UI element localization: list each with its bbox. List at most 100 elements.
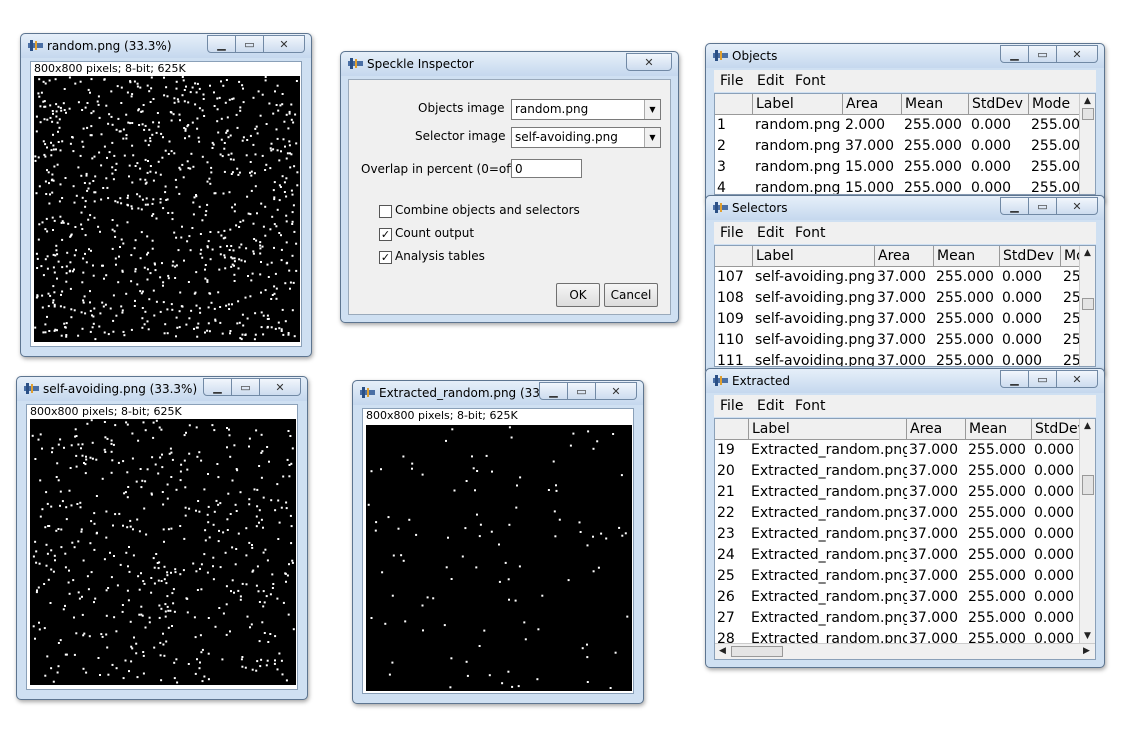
column-header[interactable]: Area xyxy=(874,246,933,266)
column-header[interactable]: Mean xyxy=(965,419,1031,439)
menu-edit[interactable]: Edit xyxy=(757,73,784,89)
objects-table-window[interactable]: Objects ▁ ▭ ✕ File Edit Font Label Area … xyxy=(705,43,1105,203)
table-row[interactable]: 27 Extracted_random.png 37.000 255.000 0.000 xyxy=(715,608,1080,629)
minimize-button[interactable]: ▁ xyxy=(539,382,568,400)
column-header[interactable] xyxy=(715,246,752,266)
column-header[interactable] xyxy=(715,419,748,439)
scroll-up-icon[interactable]: ▲ xyxy=(1080,419,1095,433)
scroll-left-icon[interactable]: ◀ xyxy=(715,644,730,658)
extracted-image-window[interactable]: Extracted_random.png (33.... ▁ ▭ ✕ 800x8… xyxy=(352,380,644,704)
minimize-button[interactable]: ▁ xyxy=(1000,370,1029,388)
ok-button[interactable]: OK xyxy=(556,283,600,307)
cancel-button[interactable]: Cancel xyxy=(604,283,658,307)
minimize-button[interactable]: ▁ xyxy=(1000,45,1029,63)
random-image-canvas[interactable] xyxy=(34,76,300,342)
menu-font[interactable]: Font xyxy=(795,398,825,414)
objects-titlebar[interactable]: Objects ▁ ▭ ✕ xyxy=(706,44,1104,68)
table-row[interactable]: 109 self-avoiding.png 37.000 255.000 0.000 25 xyxy=(715,309,1081,330)
scroll-up-icon[interactable]: ▲ xyxy=(1080,246,1095,260)
objects-image-select[interactable]: random.png ▼ xyxy=(511,99,661,120)
table-row[interactable]: 24 Extracted_random.png 37.000 255.000 0.000 xyxy=(715,545,1080,566)
random-window-titlebar[interactable]: random.png (33.3%) ▁ ▭ ✕ xyxy=(21,34,311,58)
minimize-button[interactable]: ▁ xyxy=(203,378,232,396)
selectors-table-window[interactable]: Selectors ▁ ▭ ✕ File Edit Font Label Are… xyxy=(705,195,1105,375)
extracted-image-canvas[interactable] xyxy=(366,425,632,691)
results-table[interactable]: Label Area Mean StdDev Mode 1 random.png 2… xyxy=(714,93,1096,195)
horizontal-scrollbar[interactable]: ◀ ▶ xyxy=(715,643,1095,659)
column-header[interactable]: Mean xyxy=(933,246,999,266)
combine-checkbox[interactable] xyxy=(379,205,392,218)
column-header[interactable]: StdDev xyxy=(1031,419,1083,439)
menu-edit[interactable]: Edit xyxy=(757,225,784,241)
table-row[interactable]: 111 self-avoiding.png 37.000 255.000 0.000 25 xyxy=(715,351,1081,366)
maximize-button[interactable]: ▭ xyxy=(1028,197,1057,215)
scroll-thumb[interactable] xyxy=(1082,298,1094,310)
vertical-scrollbar[interactable]: ▲ ▼ xyxy=(1079,419,1095,643)
chevron-down-icon[interactable]: ▼ xyxy=(644,128,660,147)
table-row[interactable]: 20 Extracted_random.png 37.000 255.000 0.000 xyxy=(715,461,1080,482)
minimize-button[interactable]: ▁ xyxy=(1000,197,1029,215)
close-button[interactable]: ✕ xyxy=(263,35,305,53)
table-row[interactable]: 19 Extracted_random.png 37.000 255.000 0.000 xyxy=(715,440,1080,461)
menu-font[interactable]: Font xyxy=(795,225,825,241)
table-row[interactable]: 4random.png15.000255.0000.000255.000 xyxy=(715,178,1081,194)
column-header[interactable]: Mean xyxy=(901,94,968,114)
table-row[interactable]: 3random.png15.000255.0000.000255.000 xyxy=(715,157,1081,178)
count-output-checkbox[interactable]: ✓ xyxy=(379,228,392,241)
close-button[interactable]: ✕ xyxy=(1056,197,1098,215)
vertical-scrollbar[interactable]: ▲ xyxy=(1079,246,1095,366)
menu-file[interactable]: File xyxy=(720,73,743,89)
horizontal-scroll-thumb[interactable] xyxy=(731,646,783,657)
column-header[interactable]: Area xyxy=(842,94,901,114)
scroll-up-icon[interactable]: ▲ xyxy=(1080,94,1095,108)
table-row[interactable]: 22 Extracted_random.png 37.000 255.000 0.000 xyxy=(715,503,1080,524)
extracted-titlebar[interactable]: Extracted ▁ ▭ ✕ xyxy=(706,369,1104,393)
menu-edit[interactable]: Edit xyxy=(757,398,784,414)
table-row[interactable]: 110 self-avoiding.png 37.000 255.000 0.000 25 xyxy=(715,330,1081,351)
results-table[interactable]: Label Area Mean StdDev 19 Extracted_rando… xyxy=(714,418,1096,660)
selector-image-select[interactable]: self-avoiding.png ▼ xyxy=(511,127,661,148)
maximize-button[interactable]: ▭ xyxy=(235,35,264,53)
column-header[interactable]: Label xyxy=(752,246,874,266)
maximize-button[interactable]: ▭ xyxy=(1028,370,1057,388)
menu-file[interactable]: File xyxy=(720,398,743,414)
scroll-right-icon[interactable]: ▶ xyxy=(1079,644,1094,658)
selectors-titlebar[interactable]: Selectors ▁ ▭ ✕ xyxy=(706,196,1104,220)
self-avoiding-image-canvas[interactable] xyxy=(30,419,296,685)
table-row[interactable]: 108 self-avoiding.png 37.000 255.000 0.000 25 xyxy=(715,288,1081,309)
minimize-button[interactable]: ▁ xyxy=(207,35,236,53)
scroll-thumb[interactable] xyxy=(1082,475,1094,495)
results-table[interactable]: Label Area Mean StdDev Mo 107self-avoidi… xyxy=(714,245,1096,367)
close-button[interactable]: ✕ xyxy=(259,378,301,396)
speckle-inspector-dialog[interactable]: Speckle Inspector ✕ Objects image random… xyxy=(340,51,679,323)
dialog-titlebar[interactable]: Speckle Inspector ✕ xyxy=(341,52,678,76)
extracted-window-titlebar[interactable]: Extracted_random.png (33.... ▁ ▭ ✕ xyxy=(353,381,643,405)
table-row[interactable]: 21 Extracted_random.png 37.000 255.000 0.000 xyxy=(715,482,1080,503)
scroll-down-icon[interactable]: ▼ xyxy=(1080,629,1095,643)
analysis-tables-checkbox[interactable]: ✓ xyxy=(379,251,392,264)
vertical-scrollbar[interactable]: ▲ xyxy=(1079,94,1095,194)
close-button[interactable]: ✕ xyxy=(595,382,637,400)
menu-font[interactable]: Font xyxy=(795,73,825,89)
close-button[interactable]: ✕ xyxy=(1056,45,1098,63)
close-button[interactable]: ✕ xyxy=(626,53,672,71)
self-avoiding-window-titlebar[interactable]: self-avoiding.png (33.3%) ▁ ▭ ✕ xyxy=(17,377,307,401)
extracted-table-window[interactable]: Extracted ▁ ▭ ✕ File Edit Font Label Are… xyxy=(705,368,1105,668)
column-header[interactable]: Area xyxy=(906,419,965,439)
column-header[interactable]: StdDev xyxy=(968,94,1028,114)
table-row[interactable]: 26 Extracted_random.png 37.000 255.000 0.000 xyxy=(715,587,1080,608)
column-header[interactable] xyxy=(715,94,752,114)
menu-file[interactable]: File xyxy=(720,225,743,241)
table-row[interactable]: 23 Extracted_random.png 37.000 255.000 0.000 xyxy=(715,524,1080,545)
column-header[interactable]: Label xyxy=(752,94,842,114)
overlap-input[interactable]: 0 xyxy=(511,159,582,178)
table-row[interactable]: 1random.png2.000255.0000.000255.000 xyxy=(715,115,1081,136)
table-row[interactable]: 2random.png37.000255.0000.000255.000 xyxy=(715,136,1081,157)
maximize-button[interactable]: ▭ xyxy=(231,378,260,396)
table-row[interactable]: 107 self-avoiding.png 37.000 255.000 0.000 25 xyxy=(715,267,1081,288)
column-header[interactable]: StdDev xyxy=(999,246,1060,266)
maximize-button[interactable]: ▭ xyxy=(567,382,596,400)
chevron-down-icon[interactable]: ▼ xyxy=(644,100,660,119)
self-avoiding-image-window[interactable]: self-avoiding.png (33.3%) ▁ ▭ ✕ 800x800 … xyxy=(16,376,308,700)
column-header[interactable]: Label xyxy=(748,419,906,439)
